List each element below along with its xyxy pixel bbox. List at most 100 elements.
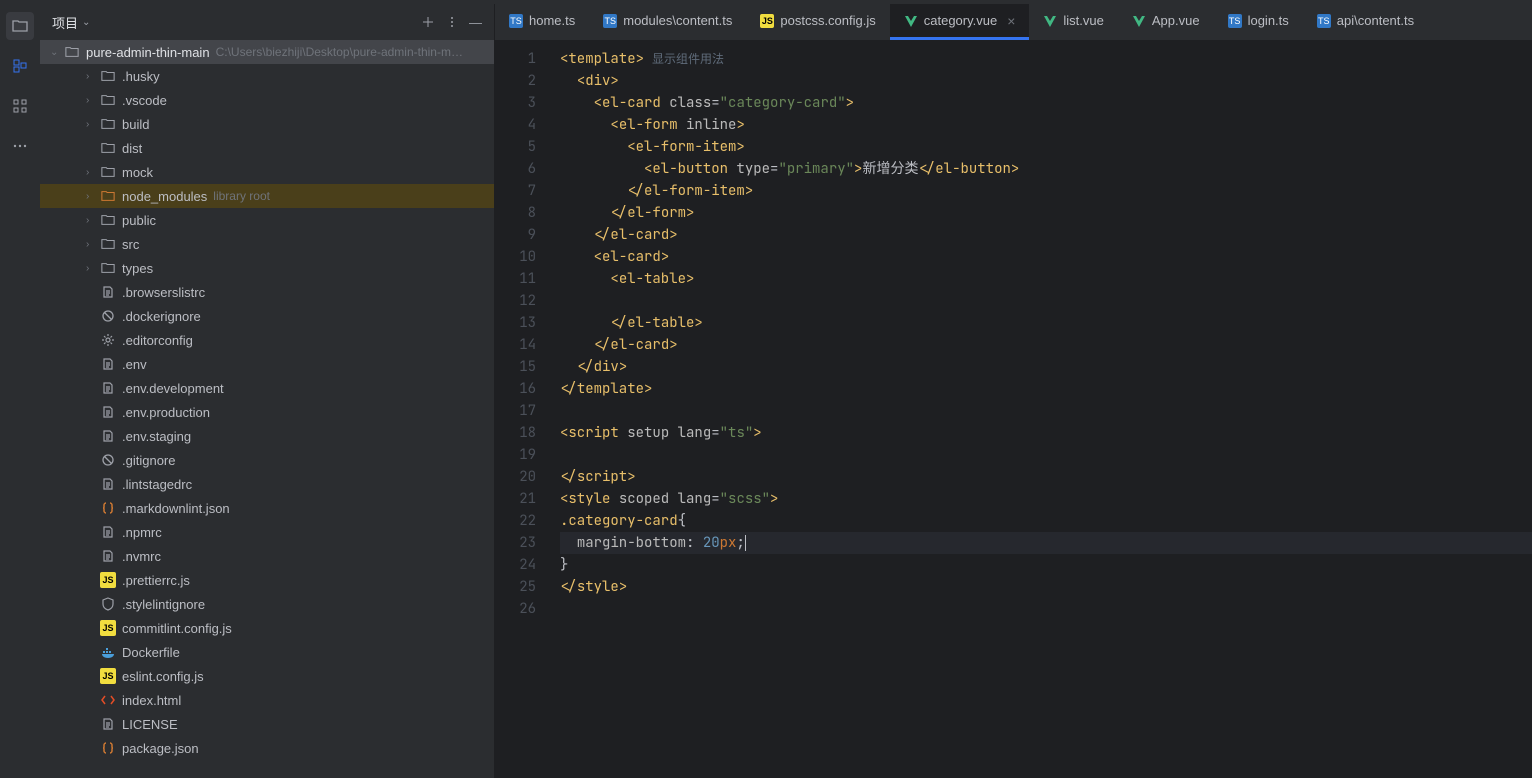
tree-item[interactable]: package.json bbox=[40, 736, 494, 760]
hide-icon[interactable]: — bbox=[469, 15, 482, 30]
chevron-icon[interactable]: › bbox=[86, 263, 100, 274]
line-number: 2 bbox=[495, 70, 536, 92]
code-line[interactable]: <el-card> bbox=[560, 246, 1532, 268]
code-line[interactable]: </style> bbox=[560, 576, 1532, 598]
more-tool-icon[interactable] bbox=[6, 132, 34, 160]
editor-tab[interactable]: TShome.ts bbox=[495, 4, 589, 40]
tree-item[interactable]: .npmrc bbox=[40, 520, 494, 544]
tree-item[interactable]: .env.staging bbox=[40, 424, 494, 448]
editor-tab[interactable]: list.vue bbox=[1029, 4, 1117, 40]
structure-tool-icon[interactable] bbox=[6, 52, 34, 80]
tree-item[interactable]: JScommitlint.config.js bbox=[40, 616, 494, 640]
tree-item[interactable]: .env.production bbox=[40, 400, 494, 424]
code-line[interactable] bbox=[560, 400, 1532, 422]
code-line[interactable] bbox=[560, 290, 1532, 312]
tree-item[interactable]: dist bbox=[40, 136, 494, 160]
tree-item[interactable]: index.html bbox=[40, 688, 494, 712]
code-line[interactable]: <el-card class="category-card"> bbox=[560, 92, 1532, 114]
tree-item[interactable]: › build bbox=[40, 112, 494, 136]
tree-item[interactable]: ›public bbox=[40, 208, 494, 232]
code-line[interactable] bbox=[560, 444, 1532, 466]
tree-item[interactable]: JS.prettierrc.js bbox=[40, 568, 494, 592]
tree-item[interactable]: ›mock bbox=[40, 160, 494, 184]
line-number: 18 bbox=[495, 422, 536, 444]
tree-item[interactable]: Dockerfile bbox=[40, 640, 494, 664]
code-line[interactable]: </template> bbox=[560, 378, 1532, 400]
tree-item-label: .dockerignore bbox=[122, 309, 201, 324]
editor-tab[interactable]: App.vue bbox=[1118, 4, 1214, 40]
code-line[interactable]: <template>显示组件用法 bbox=[560, 48, 1532, 70]
tree-item[interactable]: .editorconfig bbox=[40, 328, 494, 352]
tab-label: api\content.ts bbox=[1337, 13, 1414, 28]
editor-tab[interactable]: TSapi\content.ts bbox=[1303, 4, 1428, 40]
code-line[interactable]: <el-form inline> bbox=[560, 114, 1532, 136]
editor-area: TShome.tsTSmodules\content.tsJSpostcss.c… bbox=[495, 4, 1532, 778]
code-line[interactable]: <script setup lang="ts"> bbox=[560, 422, 1532, 444]
line-number: 24 bbox=[495, 554, 536, 576]
code-line[interactable]: <el-table> bbox=[560, 268, 1532, 290]
code-line[interactable]: </el-card> bbox=[560, 334, 1532, 356]
tree-item[interactable]: ›.husky bbox=[40, 64, 494, 88]
tree-item[interactable]: ›types bbox=[40, 256, 494, 280]
json-file-icon bbox=[100, 740, 116, 756]
chevron-icon[interactable]: › bbox=[86, 71, 100, 82]
tree-item[interactable]: .env.development bbox=[40, 376, 494, 400]
tree-item[interactable]: .gitignore bbox=[40, 448, 494, 472]
close-icon[interactable]: × bbox=[1007, 13, 1015, 29]
tree-item[interactable]: ›.vscode bbox=[40, 88, 494, 112]
chevron-down-icon[interactable]: ⌄ bbox=[82, 17, 90, 28]
tree-root-path: C:\Users\biezhiji\Desktop\pure-admin-thi… bbox=[216, 45, 463, 59]
settings-icon[interactable] bbox=[445, 15, 459, 29]
tree-item[interactable]: .markdownlint.json bbox=[40, 496, 494, 520]
editor-tabs[interactable]: TShome.tsTSmodules\content.tsJSpostcss.c… bbox=[495, 4, 1532, 40]
folder-icon bbox=[100, 68, 116, 84]
code-line[interactable]: </el-card> bbox=[560, 224, 1532, 246]
tree-item-label: .nvmrc bbox=[122, 549, 161, 564]
chevron-icon[interactable]: › bbox=[86, 167, 100, 178]
code-line[interactable]: margin-bottom: 20px; bbox=[560, 532, 1532, 554]
tree-item[interactable]: .env bbox=[40, 352, 494, 376]
tree-item[interactable]: .lintstagedrc bbox=[40, 472, 494, 496]
code-line[interactable]: </el-form> bbox=[560, 202, 1532, 224]
tree-item[interactable]: ›node_moduleslibrary root bbox=[40, 184, 494, 208]
tree-item[interactable]: LICENSE bbox=[40, 712, 494, 736]
folder-tool-icon[interactable] bbox=[6, 12, 34, 40]
chevron-icon[interactable]: › bbox=[86, 239, 100, 250]
tree-item[interactable]: ›src bbox=[40, 232, 494, 256]
code-line[interactable]: </el-form-item> bbox=[560, 180, 1532, 202]
project-label[interactable]: 项目 bbox=[52, 13, 78, 32]
tree-item[interactable]: .stylelintignore bbox=[40, 592, 494, 616]
code-line[interactable] bbox=[560, 598, 1532, 620]
tree-item-label: .lintstagedrc bbox=[122, 477, 192, 492]
editor-tab[interactable]: TSmodules\content.ts bbox=[589, 4, 746, 40]
code-content[interactable]: <template>显示组件用法 <div> <el-card class="c… bbox=[550, 40, 1532, 778]
tree-item-label: node_modules bbox=[122, 189, 207, 204]
tree-item[interactable]: .dockerignore bbox=[40, 304, 494, 328]
chevron-icon[interactable]: › bbox=[86, 95, 100, 106]
code-line[interactable]: <div> bbox=[560, 70, 1532, 92]
tree-item[interactable]: .nvmrc bbox=[40, 544, 494, 568]
bookmarks-tool-icon[interactable] bbox=[6, 92, 34, 120]
collapse-icon[interactable] bbox=[421, 15, 435, 29]
file-tree[interactable]: ⌄ pure-admin-thin-main C:\Users\biezhiji… bbox=[40, 40, 494, 778]
chevron-icon[interactable]: › bbox=[86, 191, 100, 202]
code-line[interactable]: <el-button type="primary">新增分类</el-butto… bbox=[560, 158, 1532, 180]
code-line[interactable]: </el-table> bbox=[560, 312, 1532, 334]
editor-body[interactable]: 1234567891011121314151617181920212223242… bbox=[495, 40, 1532, 778]
tree-item-label: build bbox=[122, 117, 149, 132]
editor-tab[interactable]: category.vue× bbox=[890, 4, 1030, 40]
code-line[interactable]: <style scoped lang="scss"> bbox=[560, 488, 1532, 510]
code-line[interactable]: </div> bbox=[560, 356, 1532, 378]
tree-root[interactable]: ⌄ pure-admin-thin-main C:\Users\biezhiji… bbox=[40, 40, 494, 64]
chevron-icon[interactable]: › bbox=[86, 119, 100, 130]
tree-item[interactable]: .browserslistrc bbox=[40, 280, 494, 304]
chevron-down-icon[interactable]: ⌄ bbox=[50, 47, 64, 58]
tree-item[interactable]: JSeslint.config.js bbox=[40, 664, 494, 688]
code-line[interactable]: .category-card{ bbox=[560, 510, 1532, 532]
code-line[interactable]: } bbox=[560, 554, 1532, 576]
editor-tab[interactable]: JSpostcss.config.js bbox=[746, 4, 889, 40]
code-line[interactable]: <el-form-item> bbox=[560, 136, 1532, 158]
editor-tab[interactable]: TSlogin.ts bbox=[1214, 4, 1303, 40]
code-line[interactable]: </script> bbox=[560, 466, 1532, 488]
chevron-icon[interactable]: › bbox=[86, 215, 100, 226]
